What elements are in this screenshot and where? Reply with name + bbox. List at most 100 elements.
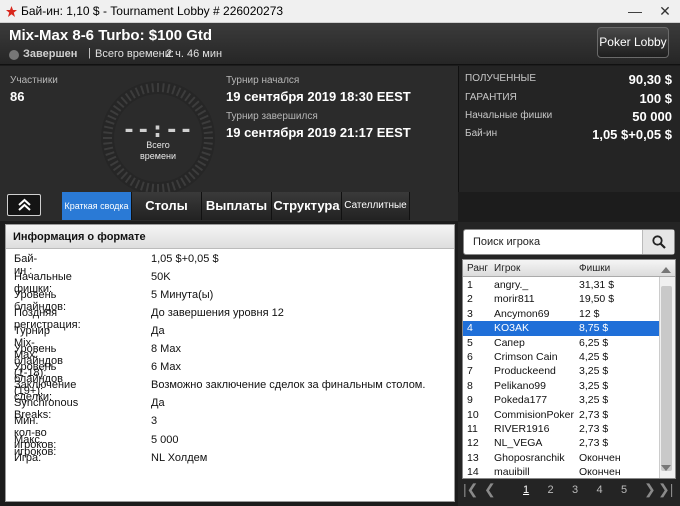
player-chips: Окончен xyxy=(579,466,621,479)
player-chips: 19,50 $ xyxy=(579,293,615,306)
format-info-header: Информация о формате xyxy=(6,225,454,249)
player-row[interactable]: 8 Pelikano99 3,25 $ xyxy=(463,379,659,393)
minimize-icon[interactable]: — xyxy=(620,0,650,23)
next-page-icon[interactable]: ❯ xyxy=(644,481,656,498)
scroll-up-icon[interactable] xyxy=(660,266,672,274)
player-name: Produckeend xyxy=(494,365,556,378)
page-link[interactable]: 3 xyxy=(572,484,578,496)
player-row[interactable]: 4 KO3AK 8,75 $ xyxy=(463,321,659,336)
window-title: Бай-ин: 1,10 $ - Tournament Lobby # 2260… xyxy=(21,4,284,18)
tab-payouts[interactable]: Выплаты xyxy=(202,192,272,220)
players-table: Ранг Игрок Фишки 1 angry._ 31,31 $ 2 morir81… xyxy=(462,259,676,479)
clock-tick xyxy=(161,83,165,93)
close-icon[interactable]: ✕ xyxy=(650,0,680,23)
window-title-bar: Бай-ин: 1,10 $ - Tournament Lobby # 2260… xyxy=(0,0,680,23)
player-chips: 6,25 $ xyxy=(579,336,609,349)
player-row[interactable]: 10 CommisionPoker 2,73 $ xyxy=(463,408,659,422)
clock-tick xyxy=(151,83,155,93)
player-row[interactable]: 14 mauibill Окончен xyxy=(463,465,659,479)
player-chips: 2,73 $ xyxy=(579,423,609,435)
page-link[interactable]: 4 xyxy=(597,484,603,496)
stat-label: ГАРАНТИЯ xyxy=(465,92,517,103)
collapse-button[interactable] xyxy=(7,194,41,216)
first-page-icon[interactable]: |❮ xyxy=(463,481,478,498)
player-name: Crimson Cain xyxy=(494,351,558,363)
format-key: Игра: xyxy=(14,451,42,464)
player-name: Ghoposranchik xyxy=(494,451,565,464)
player-row[interactable]: 13 Ghoposranchik Окончен xyxy=(463,451,659,465)
format-value: 6 Max xyxy=(151,361,181,374)
player-rank: 6 xyxy=(467,351,473,363)
clock-caption-line2: времени xyxy=(140,151,176,161)
format-value: Возможно заключение сделок за финальным … xyxy=(151,379,426,392)
player-row[interactable]: 5 Caпер 6,25 $ xyxy=(463,336,659,350)
player-name: NL_VEGA xyxy=(494,437,543,450)
player-row[interactable]: 2 morir811 19,50 $ xyxy=(463,292,659,306)
format-value: 5 000 xyxy=(151,433,179,446)
page-link[interactable]: 2 xyxy=(548,484,554,496)
pokerstars-logo-icon xyxy=(6,6,17,17)
last-page-icon[interactable]: ❯| xyxy=(658,481,673,498)
player-row[interactable]: 1 angry._ 31,31 $ xyxy=(463,278,659,292)
format-value: Да xyxy=(151,397,165,410)
players-table-header: Ранг Игрок Фишки xyxy=(463,260,675,277)
poker-lobby-button[interactable]: Poker Lobby xyxy=(597,27,669,58)
tab-tables[interactable]: Столы xyxy=(132,192,202,220)
player-row[interactable]: 11 RIVER1916 2,73 $ xyxy=(463,422,659,436)
player-name: morir811 xyxy=(494,293,535,306)
participants-value: 86 xyxy=(10,89,25,104)
scroll-down-icon[interactable] xyxy=(660,464,672,472)
player-rank: 12 xyxy=(467,437,479,450)
column-header-rank[interactable]: Ранг xyxy=(467,263,488,274)
player-row[interactable]: 12 NL_VEGA 2,73 $ xyxy=(463,436,659,450)
tournament-header: Mix-Max 8-6 Turbo: $100 Gtd Завершен | В… xyxy=(0,23,680,65)
started-value: 19 сентября 2019 18:30 EEST xyxy=(226,89,411,104)
player-rank: 3 xyxy=(467,307,473,320)
stat-label: Начальные фишки xyxy=(465,110,553,121)
player-name: Pelikano99 xyxy=(494,379,546,392)
scrollbar-thumb[interactable] xyxy=(661,286,672,471)
player-chips: 2,73 $ xyxy=(579,408,609,421)
format-value: 3 xyxy=(151,415,158,428)
tab-summary[interactable]: Краткая сводка xyxy=(62,192,132,220)
column-header-player[interactable]: Игрок xyxy=(494,263,520,274)
format-value: Да xyxy=(151,325,165,338)
total-time-label: Всего времени: xyxy=(95,48,174,60)
status-badge: Завершен xyxy=(23,48,78,60)
player-rank: 11 xyxy=(467,423,478,435)
format-value: 5 Минута(ы) xyxy=(151,289,214,302)
player-row[interactable]: 9 Pokeda177 3,25 $ xyxy=(463,393,659,407)
player-row[interactable]: 7 Produckeend 3,25 $ xyxy=(463,364,659,378)
player-name: KO3AK xyxy=(494,322,530,335)
finished-value: 19 сентября 2019 21:17 EEST xyxy=(226,125,411,140)
status-dot-icon xyxy=(9,50,19,60)
player-search[interactable]: Поиск игрока xyxy=(463,229,675,255)
clock-caption-line1: Всего xyxy=(146,140,170,150)
previous-page-icon[interactable]: ❮ xyxy=(484,481,496,498)
player-name: mauibill xyxy=(494,466,530,479)
player-rank: 13 xyxy=(467,451,479,464)
player-name: Ancymon69 xyxy=(494,307,550,320)
search-button[interactable] xyxy=(642,230,674,254)
player-row[interactable]: 6 Crimson Cain 4,25 $ xyxy=(463,350,659,364)
double-chevron-up-icon xyxy=(18,198,31,211)
player-rank: 14 xyxy=(467,466,479,479)
tab-structure[interactable]: Структура xyxy=(272,192,342,220)
player-chips: 8,75 $ xyxy=(579,322,609,335)
player-rank: 4 xyxy=(467,322,473,335)
player-chips: 2,73 $ xyxy=(579,437,609,450)
column-header-chips[interactable]: Фишки xyxy=(579,263,610,274)
page-link[interactable]: 1 xyxy=(523,484,529,496)
tournament-name: Mix-Max 8-6 Turbo: $100 Gtd xyxy=(9,27,213,44)
player-rank: 5 xyxy=(467,336,473,349)
tab-satellites[interactable]: Сателлитные xyxy=(342,192,410,220)
format-value: NL Холдем xyxy=(151,451,208,464)
stat-label: ПОЛУЧЕННЫЕ xyxy=(465,73,537,84)
player-name: RIVER1916 xyxy=(494,423,550,435)
player-row[interactable]: 3 Ancymon69 12 $ xyxy=(463,307,659,321)
stat-label: Бай-ин xyxy=(465,128,498,139)
search-input[interactable]: Поиск игрока xyxy=(473,236,540,248)
player-name: angry._ xyxy=(494,279,529,291)
finished-label: Турнир завершился xyxy=(226,111,318,122)
page-link[interactable]: 5 xyxy=(621,484,627,496)
